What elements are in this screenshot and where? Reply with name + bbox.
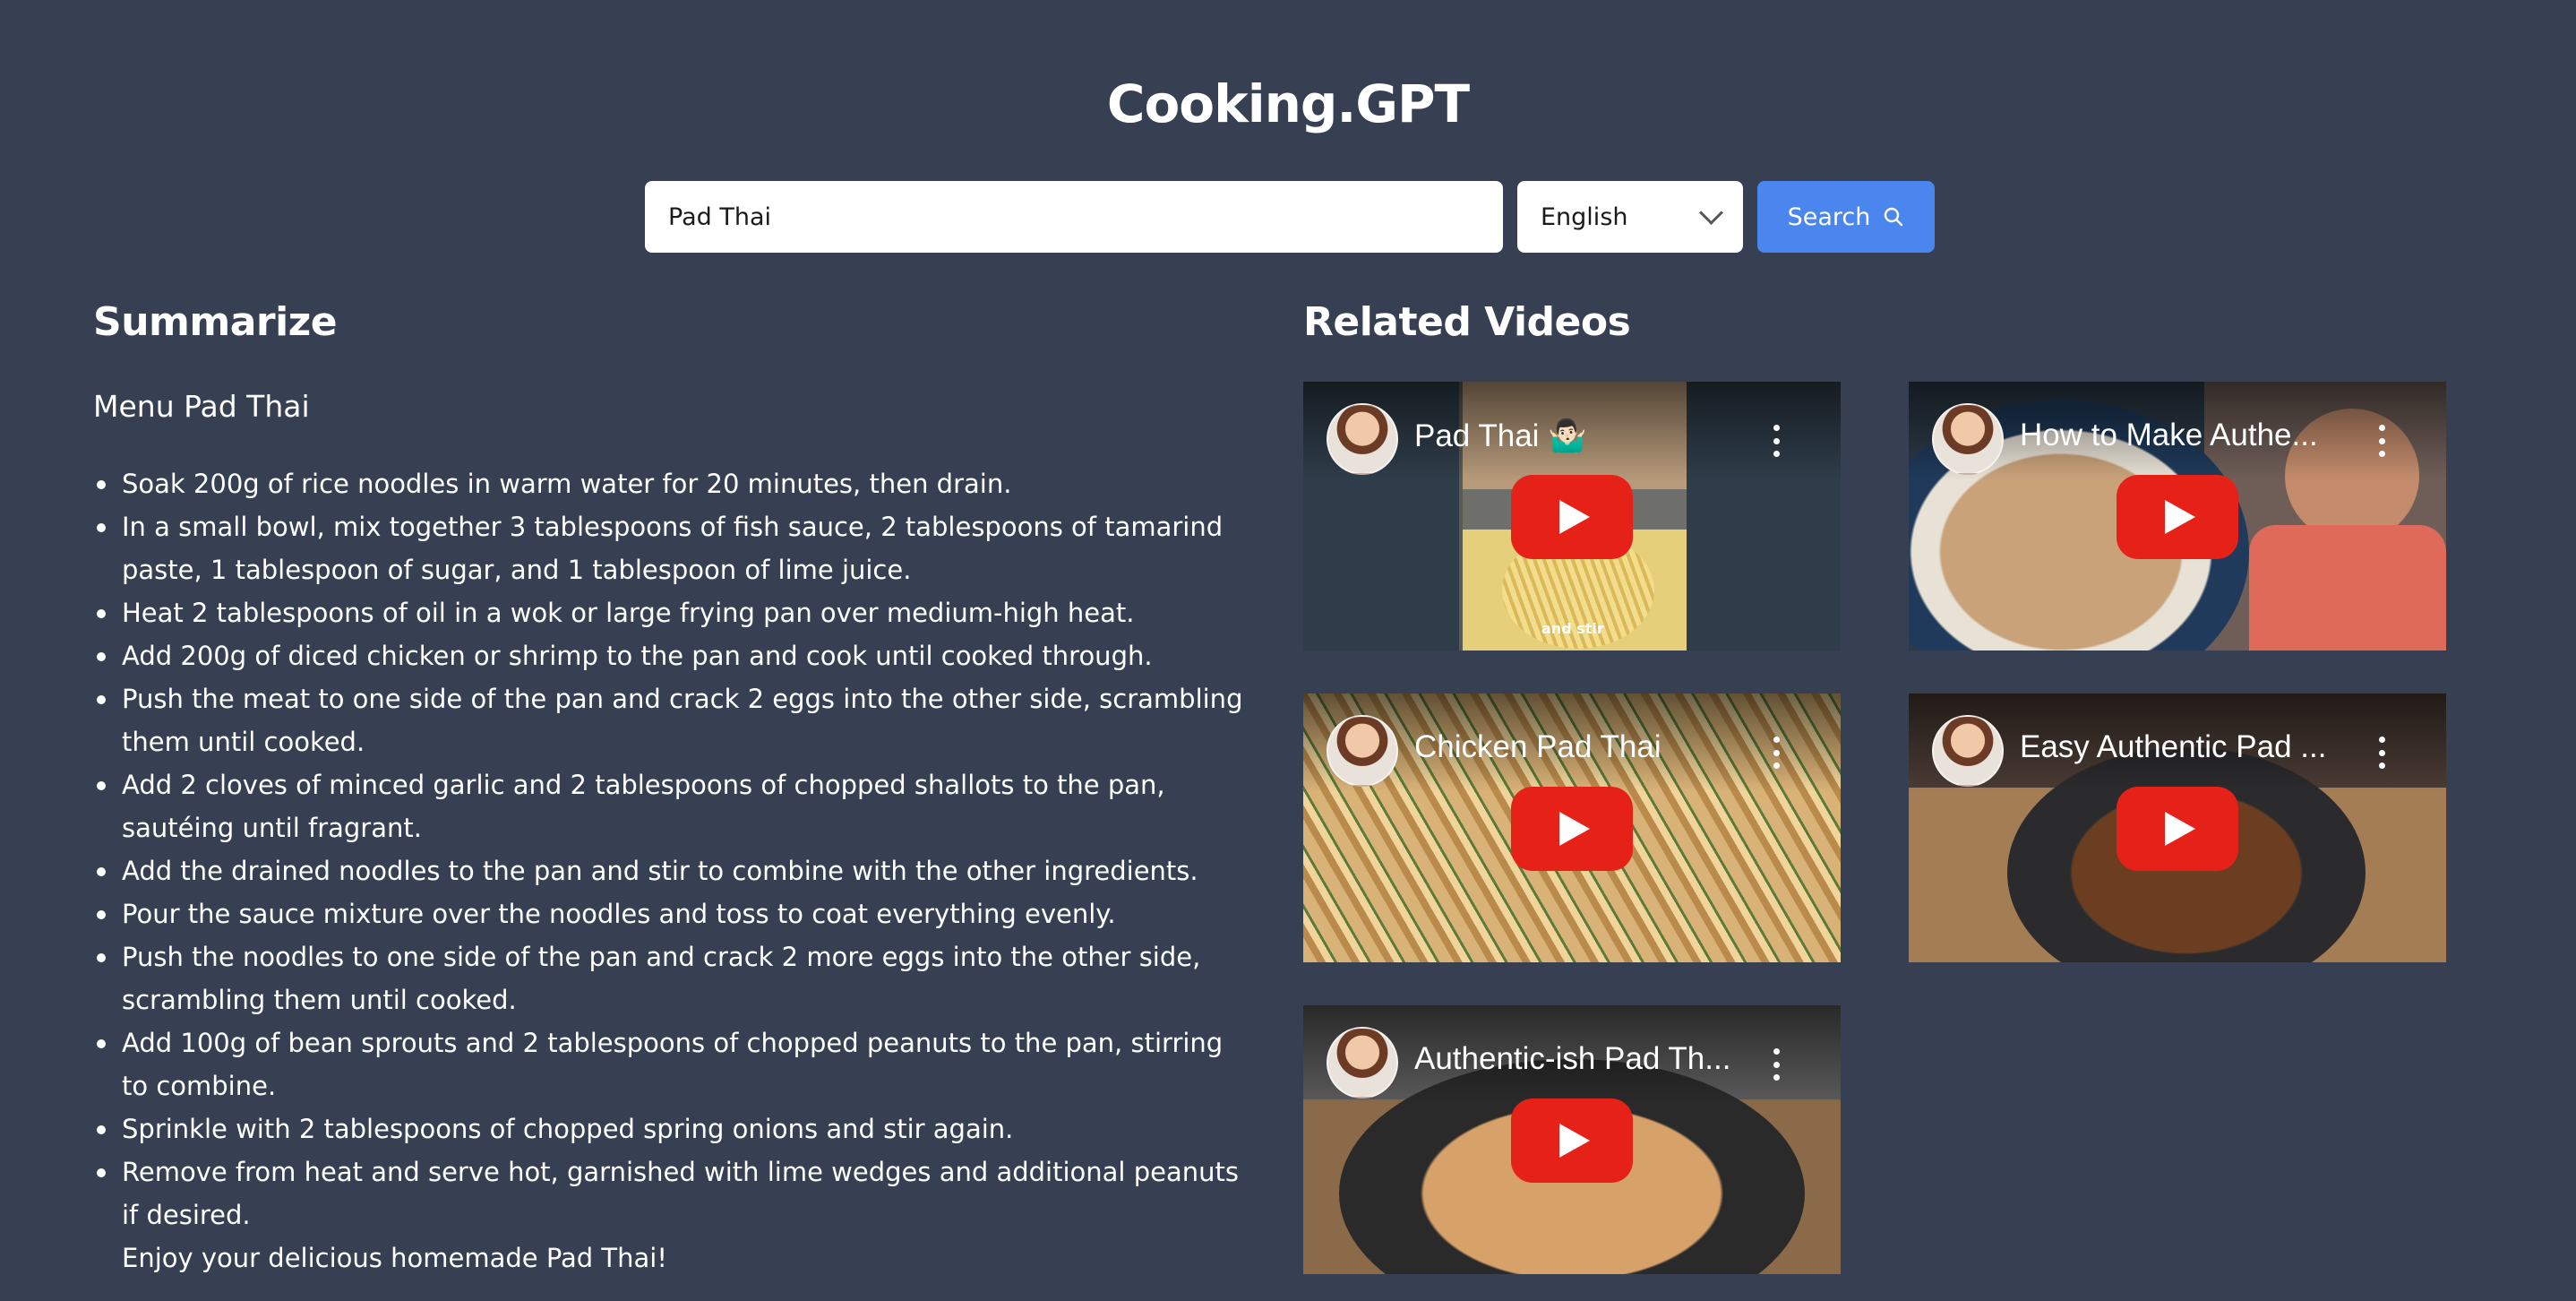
video-title: How to Make Authe... xyxy=(2020,418,2318,452)
more-vert-icon[interactable] xyxy=(1773,1048,1780,1081)
channel-avatar xyxy=(1327,1027,1398,1099)
app-title: Cooking.GPT xyxy=(1106,73,1470,134)
search-icon xyxy=(1885,207,1903,227)
closing-line: Enjoy your delicious homemade Pad Thai! xyxy=(122,1243,667,1273)
list-item: Sprinkle with 2 tablespoons of chopped s… xyxy=(93,1107,1249,1150)
menu-title: Menu Pad Thai xyxy=(93,389,310,424)
list-item: Heat 2 tablespoons of oil in a wok or la… xyxy=(93,591,1249,634)
play-icon[interactable] xyxy=(2117,475,2238,559)
video-card[interactable]: Chicken Pad Thai xyxy=(1303,694,1841,962)
video-card[interactable]: Authentic-ish Pad Th... xyxy=(1303,1005,1841,1274)
more-vert-icon[interactable] xyxy=(2378,425,2385,457)
search-input[interactable] xyxy=(666,202,1503,232)
video-card[interactable]: Pad Thai 🤷🏻‍♂️ and stir xyxy=(1303,382,1841,650)
channel-avatar xyxy=(1327,715,1398,787)
language-select-value: English xyxy=(1541,202,1628,231)
video-card[interactable]: Easy Authentic Pad ... xyxy=(1909,694,2446,962)
search-button-label: Search xyxy=(1787,202,1871,231)
play-icon[interactable] xyxy=(2117,787,2238,871)
list-item: Pour the sauce mixture over the noodles … xyxy=(93,892,1249,935)
channel-avatar xyxy=(1327,403,1398,475)
play-icon[interactable] xyxy=(1511,1099,1633,1183)
list-item: Add 200g of diced chicken or shrimp to t… xyxy=(93,634,1249,677)
related-videos-heading: Related Videos xyxy=(1303,299,1631,345)
play-icon[interactable] xyxy=(1511,475,1633,559)
play-icon[interactable] xyxy=(1511,787,1633,871)
video-card[interactable]: How to Make Authe... xyxy=(1909,382,2446,650)
language-select[interactable]: English xyxy=(1517,181,1743,253)
more-vert-icon[interactable] xyxy=(1773,425,1780,457)
video-title: Pad Thai 🤷🏻‍♂️ xyxy=(1414,418,1587,453)
list-item: In a small bowl, mix together 3 tablespo… xyxy=(93,505,1249,591)
list-item: Soak 200g of rice noodles in warm water … xyxy=(93,462,1249,505)
list-item: Add the drained noodles to the pan and s… xyxy=(93,849,1249,892)
channel-avatar xyxy=(1932,715,2004,787)
search-button[interactable]: Search xyxy=(1757,181,1935,253)
recipe-steps-list: Soak 200g of rice noodles in warm water … xyxy=(93,462,1249,1279)
more-vert-icon[interactable] xyxy=(2378,737,2385,769)
list-item: Push the meat to one side of the pan and… xyxy=(93,677,1249,763)
list-item: Push the noodles to one side of the pan … xyxy=(93,935,1249,1021)
list-item: Remove from heat and serve hot, garnishe… xyxy=(93,1150,1249,1236)
video-title: Easy Authentic Pad ... xyxy=(2020,729,2327,764)
channel-avatar xyxy=(1932,403,2004,475)
chevron-down-icon xyxy=(1699,200,1723,225)
summary-heading: Summarize xyxy=(93,299,338,345)
video-title: Chicken Pad Thai xyxy=(1414,729,1662,764)
video-caption: and stir xyxy=(1541,620,1604,637)
search-input-box[interactable] xyxy=(645,181,1503,253)
list-item: Add 2 cloves of minced garlic and 2 tabl… xyxy=(93,763,1249,849)
video-title: Authentic-ish Pad Th... xyxy=(1414,1041,1731,1076)
more-vert-icon[interactable] xyxy=(1773,737,1780,769)
list-item: Add 100g of bean sprouts and 2 tablespoo… xyxy=(93,1021,1249,1107)
